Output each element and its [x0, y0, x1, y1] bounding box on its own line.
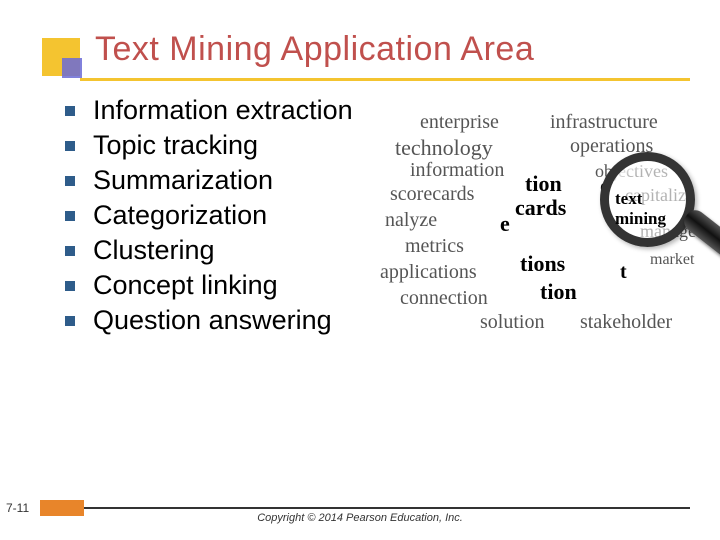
wordcloud-word: scorecards [390, 183, 474, 206]
wordcloud-word: connection [400, 287, 488, 310]
slide-title: Text Mining Application Area [95, 30, 720, 69]
bullet-text: Categorization [93, 200, 267, 231]
bullet-icon [65, 141, 75, 151]
wordcloud-word: nalyze [385, 209, 437, 232]
magnifier-icon [600, 152, 695, 247]
bullet-icon [65, 316, 75, 326]
wordcloud-word: tion [525, 171, 562, 197]
bullet-icon [65, 246, 75, 256]
header-underline [80, 78, 690, 81]
wordcloud-word: tion [540, 279, 577, 305]
bullet-text: Summarization [93, 165, 273, 196]
wordcloud-word: e [500, 211, 510, 237]
wordcloud-word: stakeholder [580, 311, 672, 334]
wordcloud-word: information [410, 159, 504, 182]
bullet-text: Topic tracking [93, 130, 258, 161]
slide-content: Information extraction Topic tracking Su… [0, 87, 720, 336]
wordcloud-word: infrastructure [550, 111, 658, 134]
wordcloud-word: t [620, 261, 627, 284]
bullet-icon [65, 281, 75, 291]
wordcloud-word: cards [515, 195, 566, 221]
bullet-icon [65, 211, 75, 221]
bullet-text: Concept linking [93, 270, 278, 301]
footer-line [84, 507, 690, 509]
bullet-icon [65, 176, 75, 186]
wordcloud-word: applications [380, 261, 477, 284]
bullet-text: Question answering [93, 305, 332, 336]
wordcloud-word: tions [520, 251, 565, 277]
magnifier-lens [600, 152, 695, 247]
bullet-icon [65, 106, 75, 116]
wordcloud-word: solution [480, 311, 544, 334]
wordcloud-word: enterprise [420, 111, 499, 134]
wordcloud-word: market [650, 251, 694, 269]
bullet-text: Clustering [93, 235, 215, 266]
copyright-text: Copyright © 2014 Pearson Education, Inc. [0, 512, 720, 524]
wordcloud-word: technology [395, 135, 493, 161]
bullet-text: Information extraction [93, 95, 353, 126]
slide-header: Text Mining Application Area [0, 0, 720, 87]
accent-square-purple [62, 58, 82, 78]
wordcloud-word: metrics [405, 235, 464, 258]
slide-footer: 7-11 Copyright © 2014 Pearson Education,… [0, 498, 720, 522]
